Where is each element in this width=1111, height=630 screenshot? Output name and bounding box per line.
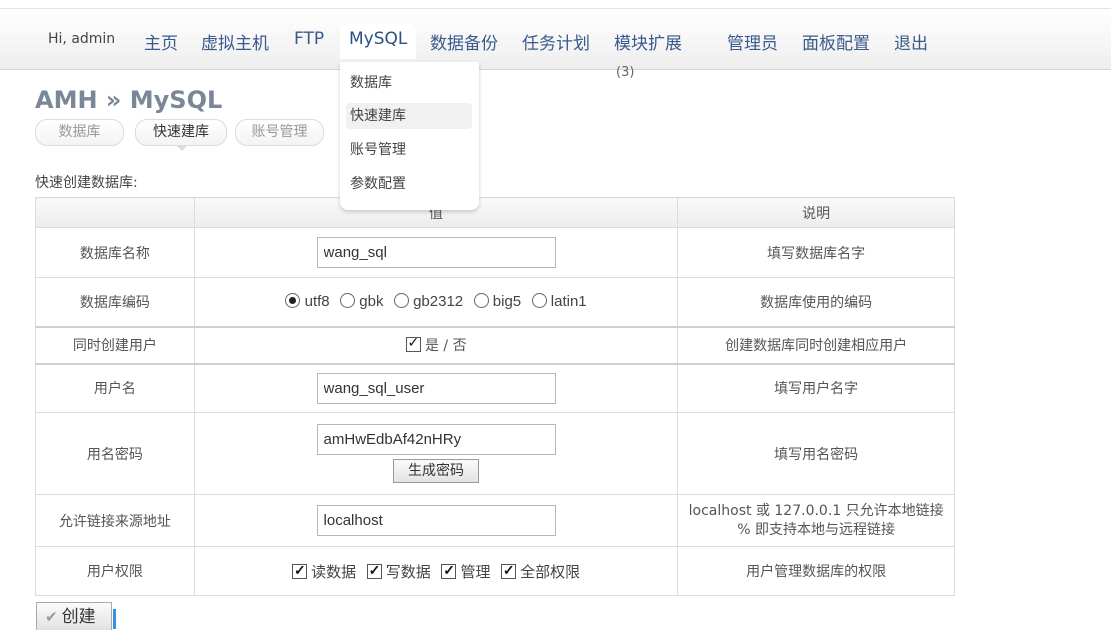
section-label: 快速创建数据库: <box>35 175 138 191</box>
table-row: 允许链接来源地址 localhost 或 127.0.0.1 只允许本地链接 %… <box>35 494 955 547</box>
option-label: gbk <box>359 293 384 311</box>
header-field <box>35 197 195 228</box>
table-row: 数据库编码 utf8 gbk gb2312 big5 latin1 数据库使用的… <box>35 277 955 327</box>
table-row: 用名密码 生成密码 填写用名密码 <box>35 412 955 495</box>
dropdown-item-parameters[interactable]: 参数配置 <box>346 171 472 197</box>
create-user-label: 同时创建用户 <box>35 325 195 364</box>
privilege-write[interactable]: 写数据 <box>366 561 431 582</box>
checkbox-icon[interactable] <box>500 562 516 579</box>
create-user-sep: / <box>443 338 449 354</box>
option-label: latin1 <box>550 293 587 311</box>
module-count-badge: (3) <box>616 65 635 80</box>
privilege-all[interactable]: 全部权限 <box>500 561 581 582</box>
host-desc-line1: localhost 或 127.0.0.1 只允许本地链接 <box>688 502 944 519</box>
encoding-option-big5[interactable]: big5 <box>473 293 522 311</box>
username-desc: 填写用户名字 <box>677 362 955 413</box>
checkbox-icon[interactable] <box>291 562 307 579</box>
create-button-label: 创建 <box>61 607 96 627</box>
create-user-checkbox[interactable] <box>405 335 421 352</box>
privileges-label: 用户权限 <box>35 546 195 596</box>
option-label: 写数据 <box>385 563 431 581</box>
option-label: 读数据 <box>311 563 357 581</box>
option-label: 全部权限 <box>520 563 581 581</box>
password-cell: 生成密码 <box>193 412 679 495</box>
nav-virtual-host[interactable]: 虚拟主机 <box>201 29 269 54</box>
db-name-cell <box>193 227 679 278</box>
radio-icon[interactable] <box>393 293 409 309</box>
option-label: big5 <box>492 293 522 311</box>
page-title: AMH » MySQL <box>35 86 223 114</box>
username-cell <box>193 362 679 413</box>
table-header-row: 值 说明 <box>35 197 955 228</box>
radio-icon[interactable] <box>473 293 489 309</box>
nav-mysql[interactable]: MySQL <box>340 23 417 59</box>
radio-icon[interactable] <box>340 293 356 309</box>
nav-ftp[interactable]: FTP <box>294 29 324 49</box>
password-label: 用名密码 <box>35 412 195 495</box>
nav-panel-config[interactable]: 面板配置 <box>802 29 870 54</box>
table-row: 用户权限 读数据 写数据 管理 全部权限 用户管理数据库的权限 <box>35 546 955 596</box>
encoding-option-gb2312[interactable]: gb2312 <box>393 293 464 311</box>
privilege-read[interactable]: 读数据 <box>291 561 357 582</box>
privileges-desc: 用户管理数据库的权限 <box>677 546 955 596</box>
dropdown-item-quick-create[interactable]: 快速建库 <box>346 103 472 129</box>
option-label: utf8 <box>304 293 330 311</box>
radio-icon[interactable] <box>531 293 547 309</box>
nav-admin[interactable]: 管理员 <box>727 29 778 54</box>
subtab-accounts[interactable]: 账号管理 <box>235 119 324 146</box>
header-description: 说明 <box>677 197 955 228</box>
nav-data-backup[interactable]: 数据备份 <box>430 29 498 54</box>
create-user-no: 否 <box>452 338 467 354</box>
nav-task-schedule[interactable]: 任务计划 <box>522 29 590 54</box>
greeting-text: Hi, admin <box>48 31 116 47</box>
create-button[interactable]: ✔ 创建 <box>36 602 112 630</box>
encoding-option-gbk[interactable]: gbk <box>340 293 383 310</box>
subtab-quick-create[interactable]: 快速建库 <box>135 119 227 151</box>
db-name-input[interactable] <box>316 237 556 268</box>
nav-module-extension[interactable]: 模块扩展 <box>614 29 682 54</box>
table-row: 数据库名称 填写数据库名字 <box>35 227 955 278</box>
checkbox-icon[interactable] <box>441 562 457 579</box>
create-database-form-table: 值 说明 数据库名称 填写数据库名字 数据库编码 utf8 gbk gb2312… <box>35 197 955 596</box>
generate-password-button[interactable]: 生成密码 <box>393 459 480 483</box>
nav-logout[interactable]: 退出 <box>894 29 928 54</box>
mysql-dropdown-menu: 数据库 快速建库 账号管理 参数配置 <box>340 62 479 210</box>
option-label: gb2312 <box>413 293 464 311</box>
db-encoding-cell: utf8 gbk gb2312 big5 latin1 <box>193 277 679 327</box>
username-label: 用户名 <box>35 362 195 413</box>
create-user-yes: 是 <box>424 338 439 354</box>
password-desc: 填写用名密码 <box>677 412 955 495</box>
db-encoding-label: 数据库编码 <box>35 277 195 327</box>
nav-home[interactable]: 主页 <box>144 29 178 54</box>
db-name-label: 数据库名称 <box>35 227 195 278</box>
create-user-cell: 是 / 否 <box>193 325 679 364</box>
host-cell <box>193 494 679 547</box>
host-input[interactable] <box>316 505 556 536</box>
encoding-option-utf8[interactable]: utf8 <box>285 293 330 311</box>
db-name-desc: 填写数据库名字 <box>677 227 955 278</box>
checkbox-icon[interactable] <box>366 562 382 579</box>
dropdown-item-databases[interactable]: 数据库 <box>346 70 472 96</box>
table-row: 用户名 填写用户名字 <box>35 362 955 413</box>
option-label: 管理 <box>460 563 491 581</box>
top-navigation-bar: Hi, admin 主页 虚拟主机 FTP MySQL 数据备份 任务计划 模块… <box>0 8 1111 80</box>
host-desc-line2: % 即支持本地与远程链接 <box>737 521 896 538</box>
create-user-desc: 创建数据库同时创建相应用户 <box>677 325 955 364</box>
dropdown-item-accounts[interactable]: 账号管理 <box>346 137 472 163</box>
text-cursor-caret <box>113 609 116 629</box>
host-desc: localhost 或 127.0.0.1 只允许本地链接 % 即支持本地与远程… <box>677 494 955 547</box>
encoding-option-latin1[interactable]: latin1 <box>531 293 587 311</box>
privileges-cell: 读数据 写数据 管理 全部权限 <box>193 546 679 596</box>
db-encoding-desc: 数据库使用的编码 <box>677 277 955 327</box>
subtab-databases[interactable]: 数据库 <box>35 119 124 146</box>
check-icon: ✔ <box>45 608 58 626</box>
host-label: 允许链接来源地址 <box>35 494 195 547</box>
table-row: 同时创建用户 是 / 否 创建数据库同时创建相应用户 <box>35 325 955 364</box>
username-input[interactable] <box>316 372 556 404</box>
privilege-manage[interactable]: 管理 <box>441 561 490 582</box>
radio-icon[interactable] <box>285 293 301 309</box>
password-input[interactable] <box>316 424 556 455</box>
